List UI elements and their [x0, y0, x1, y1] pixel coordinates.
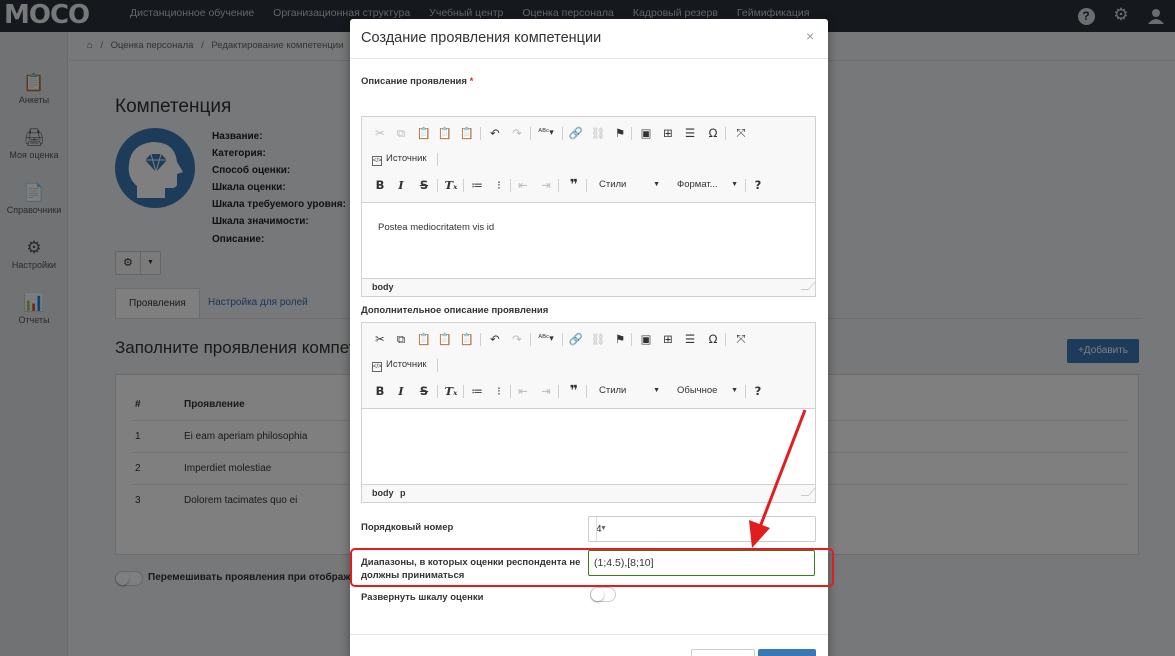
numbered-list-icon[interactable]: ≔ — [468, 382, 486, 400]
copy-icon[interactable]: ⧉ — [392, 330, 410, 348]
redo-icon[interactable]: ↷ — [508, 330, 526, 348]
element-path: body — [362, 278, 816, 296]
cancel-button[interactable] — [691, 649, 755, 656]
description-label: Описание проявления * — [361, 76, 474, 87]
indent-icon[interactable]: ⇥ — [537, 176, 555, 194]
image-icon[interactable]: ▣ — [637, 330, 655, 348]
annotation-highlight-box — [350, 548, 834, 587]
bold-icon[interactable]: B — [371, 176, 389, 194]
italic-icon[interactable]: I — [392, 176, 410, 194]
order-number-select[interactable]: 4 ▼ — [588, 516, 816, 542]
expand-scale-label: Развернуть шкалу оценки — [361, 592, 484, 603]
element-path: body p — [362, 484, 816, 502]
numbered-list-icon[interactable]: ≔ — [468, 176, 486, 194]
anchor-flag-icon[interactable]: ⚑ — [611, 124, 629, 142]
table-icon[interactable]: ⊞ — [659, 124, 677, 142]
divider — [350, 58, 828, 59]
divider — [350, 634, 828, 635]
remove-format-icon[interactable]: Tₓ — [442, 176, 460, 194]
close-icon[interactable]: × — [806, 28, 814, 44]
editor-toolbar: ✂ ⧉ 📋 📋 📋 ↶ ↷ ᴬᴮᶜ▾ 🔗 ⛓ ⚑ ▣ ⊞ ☰ Ω ⤧ </> И… — [362, 323, 815, 409]
source-icon: </> — [372, 362, 382, 372]
image-icon[interactable]: ▣ — [637, 124, 655, 142]
unlink-icon[interactable]: ⛓ — [589, 124, 607, 142]
required-mark: * — [469, 76, 474, 87]
remove-format-icon[interactable]: Tₓ — [442, 382, 460, 400]
link-icon[interactable]: 🔗 — [567, 330, 585, 348]
order-number-label: Порядковый номер — [361, 522, 454, 533]
editor-content[interactable]: Postea mediocritatem vis id — [378, 222, 494, 233]
caret-down-icon: ▼ — [653, 387, 660, 394]
caret-down-icon: ▼ — [596, 517, 610, 541]
resize-handle[interactable] — [800, 282, 816, 290]
maximize-icon[interactable]: ⤧ — [732, 330, 750, 348]
spellcheck-icon[interactable]: ᴬᴮᶜ▾ — [534, 124, 558, 142]
table-icon[interactable]: ⊞ — [659, 330, 677, 348]
paste-icon[interactable]: 📋 — [415, 124, 433, 142]
styles-select[interactable]: Стили ▼ — [591, 175, 663, 195]
help-icon[interactable]: ? — [749, 176, 767, 194]
bold-icon[interactable]: B — [371, 382, 389, 400]
help-icon[interactable]: ? — [749, 382, 767, 400]
paste-word-icon[interactable]: 📋 — [458, 330, 476, 348]
strikethrough-icon[interactable]: S — [415, 382, 433, 400]
styles-select[interactable]: Стили ▼ — [591, 381, 663, 401]
italic-icon[interactable]: I — [392, 382, 410, 400]
editor-toolbar: ✂ ⧉ 📋 📋 📋 ↶ ↷ ᴬᴮᶜ▾ 🔗 ⛓ ⚑ ▣ ⊞ ☰ Ω ⤧ </> И… — [362, 117, 815, 203]
bullet-list-icon[interactable]: ⁝ — [490, 382, 508, 400]
copy-icon[interactable]: ⧉ — [392, 124, 410, 142]
bullet-list-icon[interactable]: ⁝ — [490, 176, 508, 194]
paste-text-icon[interactable]: 📋 — [436, 330, 454, 348]
save-button[interactable] — [758, 649, 816, 656]
special-char-icon[interactable]: Ω — [704, 330, 722, 348]
caret-down-icon: ▼ — [653, 181, 660, 188]
format-select[interactable]: Формат... ▼ — [669, 175, 741, 195]
caret-down-icon: ▼ — [731, 387, 738, 394]
source-button[interactable]: </> Источник — [372, 356, 427, 374]
resize-handle[interactable] — [800, 488, 816, 496]
paste-text-icon[interactable]: 📋 — [436, 124, 454, 142]
special-char-icon[interactable]: Ω — [704, 124, 722, 142]
path-item[interactable]: body — [372, 282, 394, 292]
source-icon: </> — [372, 156, 382, 166]
cut-icon[interactable]: ✂ — [371, 330, 389, 348]
dialog-title: Создание проявления компетенции — [361, 30, 602, 46]
outdent-icon[interactable]: ⇤ — [514, 382, 532, 400]
horizontal-line-icon[interactable]: ☰ — [681, 124, 699, 142]
blockquote-icon[interactable]: ❞ — [565, 176, 583, 194]
undo-icon[interactable]: ↶ — [486, 124, 504, 142]
description-editor: ✂ ⧉ 📋 📋 📋 ↶ ↷ ᴬᴮᶜ▾ 🔗 ⛓ ⚑ ▣ ⊞ ☰ Ω ⤧ </> И… — [361, 116, 816, 297]
cut-icon[interactable]: ✂ — [371, 124, 389, 142]
horizontal-line-icon[interactable]: ☰ — [681, 330, 699, 348]
path-item[interactable]: p — [400, 488, 406, 498]
additional-description-editor: ✂ ⧉ 📋 📋 📋 ↶ ↷ ᴬᴮᶜ▾ 🔗 ⛓ ⚑ ▣ ⊞ ☰ Ω ⤧ </> И… — [361, 322, 816, 503]
spellcheck-icon[interactable]: ᴬᴮᶜ▾ — [534, 330, 558, 348]
expand-scale-toggle[interactable] — [590, 587, 616, 602]
anchor-flag-icon[interactable]: ⚑ — [611, 330, 629, 348]
source-button[interactable]: </> Источник — [372, 150, 427, 168]
path-item[interactable]: body — [372, 488, 394, 498]
undo-icon[interactable]: ↶ — [486, 330, 504, 348]
unlink-icon[interactable]: ⛓ — [589, 330, 607, 348]
blockquote-icon[interactable]: ❞ — [565, 382, 583, 400]
caret-down-icon: ▼ — [731, 181, 738, 188]
additional-description-label: Дополнительное описание проявления — [361, 305, 549, 316]
indent-icon[interactable]: ⇥ — [537, 382, 555, 400]
link-icon[interactable]: 🔗 — [567, 124, 585, 142]
outdent-icon[interactable]: ⇤ — [514, 176, 532, 194]
paste-word-icon[interactable]: 📋 — [458, 124, 476, 142]
format-select[interactable]: Обычное ▼ — [669, 381, 741, 401]
maximize-icon[interactable]: ⤧ — [732, 124, 750, 142]
redo-icon[interactable]: ↷ — [508, 124, 526, 142]
strikethrough-icon[interactable]: S — [415, 176, 433, 194]
paste-icon[interactable]: 📋 — [415, 330, 433, 348]
